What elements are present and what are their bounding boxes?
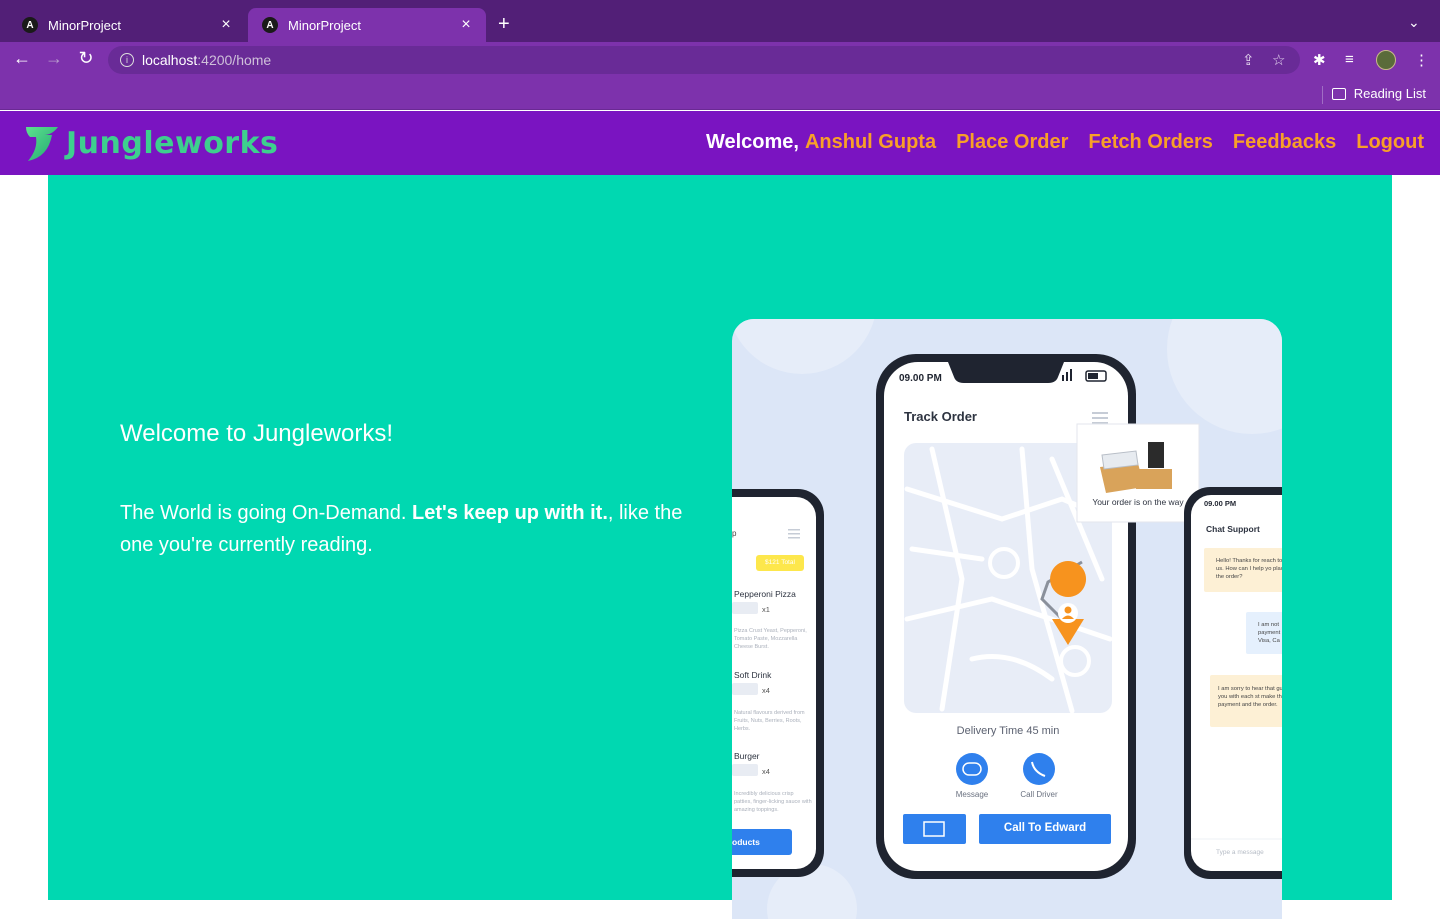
chat-button [903,814,966,844]
left-phone-title: p [732,529,737,538]
nav-logout[interactable]: Logout [1356,131,1424,154]
chat-support-title: Chat Support [1206,524,1260,534]
lead-bold: Let's keep up with it. [411,502,608,524]
url-path: :4200/home [197,52,272,68]
track-order-title: Track Order [904,409,977,424]
brand-logo[interactable]: Jungleworks [22,123,278,163]
user-name: Anshul Gupta [804,131,937,153]
bookmarks-bar: Reading List [0,78,1440,110]
item-qty: x4 [762,767,770,776]
bookmarks-divider [1322,86,1323,104]
reading-list-button[interactable]: Reading List [1331,86,1426,101]
hero-lead: The World is going On-Demand. Let's keep… [120,497,720,561]
nav-fetch-orders[interactable]: Fetch Orders [1088,131,1212,154]
chat-message: I am sorry to hear that guide you with e… [1218,686,1282,708]
item-desc: Pizza Crust Yeast, Pepperoni, Tomato Pas… [734,628,807,650]
message-circle [956,753,988,785]
lead-text: The World is going On-Demand. [120,502,412,524]
item-qty: x1 [762,605,770,614]
center-phone-time: 09.00 PM [899,373,942,384]
new-tab-icon[interactable]: + [498,14,510,34]
chat-message: I am not payment Visa, Ca [1258,622,1281,644]
right-phone-time: 09.00 PM [1204,499,1237,508]
tab-search-chevron-icon[interactable]: ⌄ [1408,14,1420,31]
call-to-edward-label: Call To Edward [1003,822,1087,834]
nav-feedbacks[interactable]: Feedbacks [1233,131,1336,154]
site-info-icon[interactable]: i [120,53,134,67]
call-circle [1023,753,1055,785]
bookmark-star-icon[interactable]: ☆ [1272,51,1285,69]
hero-heading: Welcome to Jungleworks! [120,420,393,447]
extensions-puzzle-icon[interactable]: ✱ [1313,51,1326,69]
close-tab-icon[interactable]: × [218,16,234,34]
item-name: Pepperoni Pizza [734,589,796,599]
item-qty: x4 [762,686,770,695]
hero-section: Welcome to Jungleworks! The World is goi… [48,175,1392,919]
media-queue-icon[interactable]: ≡ [1345,51,1354,68]
browser-tab-strip: A MinorProject × A MinorProject × + ⌄ [0,0,1440,42]
delivery-time-text: Delivery Time 45 min [956,725,1060,737]
app-illustration: 09.00 PM Track Order Your order is on th… [732,319,1282,919]
angular-favicon-icon: A [262,17,278,33]
chat-message: Hello! Thanks for reach to us. How can I… [1216,558,1282,580]
welcome-text: Welcome, [705,131,799,153]
call-driver-label: Call Driver [1020,790,1058,799]
item-name: Burger [734,751,760,761]
angular-favicon-icon: A [22,17,38,33]
jungleworks-leaf-icon [26,127,58,161]
order-on-way-text: Your order is on the way [1092,497,1184,507]
reading-list-icon [1331,87,1346,100]
tab-title: MinorProject [288,17,361,33]
nav-place-order[interactable]: Place Order [956,131,1068,154]
message-label: Message [955,790,989,799]
reading-list-label: Reading List [1353,86,1426,101]
products-button-label: oducts [732,837,760,847]
back-arrow-icon[interactable]: ← [10,48,34,69]
site-header: Jungleworks Welcome, Anshul Gupta Place … [0,111,1440,175]
reload-icon[interactable]: ↻ [74,48,98,69]
chat-input-placeholder: Type a message [1216,849,1264,856]
tab-title: MinorProject [48,17,121,33]
kebab-menu-icon[interactable]: ⋮ [1414,51,1429,69]
share-icon[interactable]: ⇪ [1242,51,1255,69]
item-desc: Natural flavours derived from Fruits, Nu… [734,710,805,732]
browser-toolbar: ← → ↻ i localhost:4200/home ⇪ ☆ ✱ ≡ ⋮ [0,42,1440,78]
total-badge-text: $121 Total [765,559,795,566]
item-name: Soft Drink [734,670,772,680]
close-tab-icon[interactable]: × [458,16,474,34]
forward-arrow-icon[interactable]: → [42,48,66,69]
url-host: localhost [142,52,198,68]
profile-avatar[interactable] [1376,50,1396,70]
brand-name: Jungleworks [66,125,279,161]
main-nav: Welcome, Anshul Gupta Place Order Fetch … [706,131,1424,154]
browser-tab-active[interactable]: A MinorProject × [248,8,486,42]
address-bar[interactable]: i localhost:4200/home ⇪ ☆ [108,46,1300,74]
browser-tab[interactable]: A MinorProject × [8,8,246,42]
item-desc: Incredibly delicious crisp patties, fing… [734,791,812,813]
